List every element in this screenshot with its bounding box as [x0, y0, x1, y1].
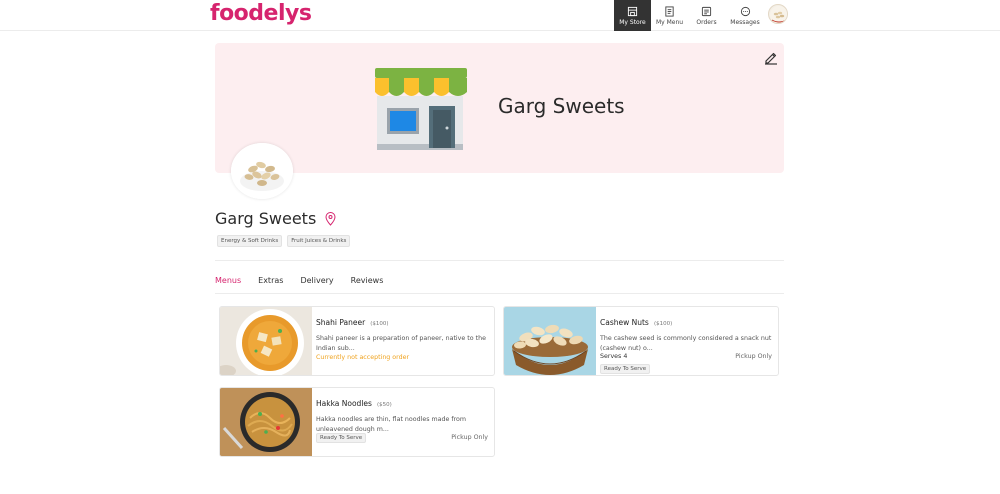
- item-image: [220, 307, 312, 375]
- pencil-icon: [765, 52, 777, 65]
- main-nav: My Store My Menu Orders Messages: [614, 0, 765, 31]
- item-price: ($50): [377, 402, 392, 408]
- edit-banner-button[interactable]: [763, 49, 779, 65]
- item-info: Shahi Paneer ($100) Shahi paneer is a pr…: [316, 310, 490, 354]
- messages-icon: [740, 6, 750, 16]
- cashew-nuts-image: [504, 307, 596, 375]
- section-divider: [215, 260, 784, 261]
- item-status-warning: Currently not accepting order: [316, 354, 410, 361]
- orders-icon: [701, 6, 712, 16]
- store-illustration: [375, 68, 467, 150]
- category-tag: Energy & Soft Drinks: [217, 235, 283, 247]
- shahi-paneer-image: [220, 307, 312, 375]
- location-pin-icon[interactable]: [325, 212, 336, 226]
- nav-item-orders[interactable]: Orders: [688, 0, 725, 31]
- menu-icon: [665, 5, 674, 17]
- top-navbar: foodelys My Store My Menu Orders Message…: [0, 0, 1000, 31]
- cashew-avatar-image: [770, 6, 787, 23]
- menu-item-card[interactable]: Shahi Paneer ($100) Shahi paneer is a pr…: [219, 306, 495, 376]
- hakka-noodles-image: [220, 388, 312, 456]
- item-price: ($100): [370, 321, 389, 327]
- nav-label: Messages: [730, 18, 760, 26]
- nav-label: Orders: [696, 18, 717, 26]
- nav-label: My Store: [619, 18, 646, 26]
- cashew-bowl-image: [231, 143, 293, 199]
- category-tag: Fruit Juices & Drinks: [287, 235, 351, 247]
- item-pickup-label: Pickup Only: [451, 434, 488, 441]
- item-info: Cashew Nuts ($100) The cashew seed is co…: [600, 310, 774, 354]
- tab-extras[interactable]: Extras: [258, 276, 283, 294]
- item-pickup-label: Pickup Only: [735, 353, 772, 360]
- store-tabs: Menus Extras Delivery Reviews: [215, 276, 400, 294]
- item-description: The cashew seed is commonly considered a…: [600, 335, 772, 353]
- tab-menus[interactable]: Menus: [215, 276, 242, 294]
- item-info: Hakka Noodles ($50) Hakka noodles are th…: [316, 391, 490, 435]
- item-image: [504, 307, 596, 375]
- item-description: Shahi paneer is a preparation of paneer,…: [316, 335, 486, 353]
- user-avatar[interactable]: [768, 4, 788, 24]
- store-avatar[interactable]: [231, 143, 293, 199]
- banner-store-title: Garg Sweets: [498, 94, 625, 118]
- nav-item-messages[interactable]: Messages: [725, 0, 765, 31]
- app-logo[interactable]: foodelys: [210, 1, 312, 26]
- nav-item-my-store[interactable]: My Store: [614, 0, 651, 31]
- ready-to-serve-badge: Ready To Serve: [316, 433, 367, 443]
- item-serves: Serves 4: [600, 353, 628, 360]
- item-image: [220, 388, 312, 456]
- ready-to-serve-badge: Ready To Serve: [600, 364, 651, 374]
- store-name: Garg Sweets: [215, 209, 317, 228]
- item-title: Cashew Nuts: [600, 318, 649, 327]
- nav-item-my-menu[interactable]: My Menu: [651, 0, 688, 31]
- tab-delivery[interactable]: Delivery: [300, 276, 333, 294]
- item-title: Hakka Noodles: [316, 399, 372, 408]
- menu-item-card[interactable]: Cashew Nuts ($100) The cashew seed is co…: [503, 306, 779, 376]
- tabs-underline: [215, 293, 784, 294]
- menu-item-card[interactable]: Hakka Noodles ($50) Hakka noodles are th…: [219, 387, 495, 457]
- store-tags: Energy & Soft Drinks Fruit Juices & Drin…: [217, 235, 351, 247]
- tab-reviews[interactable]: Reviews: [351, 276, 384, 294]
- store-icon: [627, 6, 638, 16]
- nav-label: My Menu: [655, 18, 684, 26]
- item-title: Shahi Paneer: [316, 318, 366, 327]
- item-price: ($100): [653, 321, 673, 327]
